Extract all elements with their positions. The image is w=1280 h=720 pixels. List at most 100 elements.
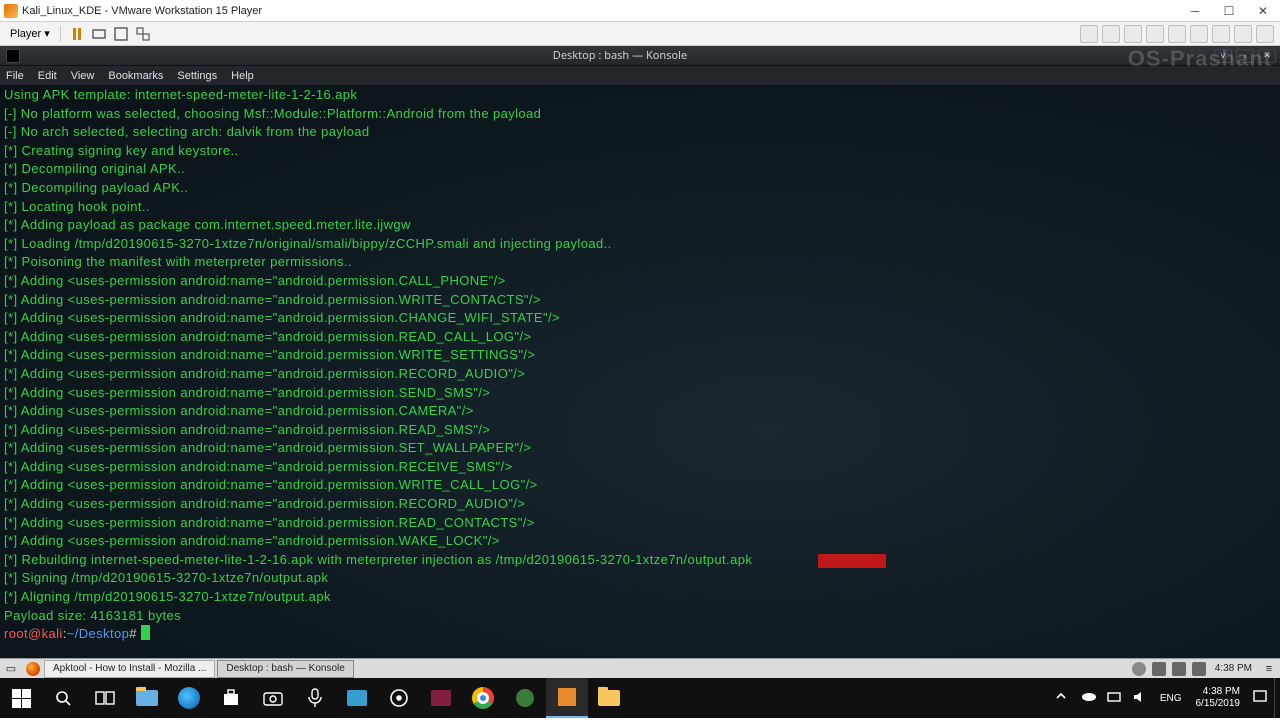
tray-network-icon[interactable] bbox=[1107, 690, 1123, 706]
terminal-line: [*] Adding <uses-permission android:name… bbox=[4, 309, 1276, 328]
camera-icon[interactable] bbox=[252, 678, 294, 718]
terminal-line: [*] Creating signing key and keystore.. bbox=[4, 142, 1276, 161]
fullscreen-button[interactable] bbox=[111, 24, 131, 44]
terminal-line: [*] Adding <uses-permission android:name… bbox=[4, 532, 1276, 551]
task-label: Desktop : bash — Konsole bbox=[226, 663, 344, 674]
vmware-title: Kali_Linux_KDE - VMware Workstation 15 P… bbox=[22, 5, 1178, 17]
mic-icon[interactable] bbox=[294, 678, 336, 718]
terminal-line: [*] Adding <uses-permission android:name… bbox=[4, 421, 1276, 440]
terminal-line: [*] Decompiling payload APK.. bbox=[4, 179, 1276, 198]
store-icon[interactable] bbox=[210, 678, 252, 718]
menu-view[interactable]: View bbox=[71, 70, 95, 82]
tray-volume-icon[interactable] bbox=[1172, 662, 1186, 676]
device-icon[interactable] bbox=[1256, 25, 1274, 43]
tray-chevron-icon[interactable] bbox=[1055, 690, 1071, 706]
guest-vm-area: Desktop : bash — Konsole ˅ ▫ ✕ File Edit… bbox=[0, 46, 1280, 658]
terminal-line: [*] Adding payload as package com.intern… bbox=[4, 216, 1276, 235]
konsole-title: Desktop : bash — Konsole bbox=[26, 48, 1214, 63]
movies-icon[interactable] bbox=[420, 678, 462, 718]
terminal-line: [*] Locating hook point.. bbox=[4, 198, 1276, 217]
player-menu[interactable]: Player ▾ bbox=[6, 25, 54, 42]
tray-clipboard-icon[interactable] bbox=[1152, 662, 1166, 676]
firefox-icon[interactable] bbox=[24, 660, 42, 678]
tray-network-icon[interactable] bbox=[1192, 662, 1206, 676]
close-button[interactable]: ✕ bbox=[1246, 0, 1280, 22]
terminal-line: [*] Aligning /tmp/d20190615-3270-1xtze7n… bbox=[4, 588, 1276, 607]
device-icon[interactable] bbox=[1124, 25, 1142, 43]
terminal-line: [*] Adding <uses-permission android:name… bbox=[4, 514, 1276, 533]
vmware-icon bbox=[4, 4, 18, 18]
vmware-toolbar: Player ▾ bbox=[0, 22, 1280, 46]
edge-icon[interactable] bbox=[168, 678, 210, 718]
menu-help[interactable]: Help bbox=[231, 70, 254, 82]
file-explorer-icon[interactable] bbox=[126, 678, 168, 718]
player-menu-label: Player bbox=[10, 28, 41, 40]
search-button[interactable] bbox=[42, 678, 84, 718]
chevron-down-icon: ▾ bbox=[44, 27, 50, 40]
terminal-line: Payload size: 4163181 bytes bbox=[4, 607, 1276, 626]
terminal-line: Using APK template: internet-speed-meter… bbox=[4, 86, 1276, 105]
menu-bookmarks[interactable]: Bookmarks bbox=[108, 70, 163, 82]
terminal-line: [*] Adding <uses-permission android:name… bbox=[4, 365, 1276, 384]
terminal-line: [*] Adding <uses-permission android:name… bbox=[4, 402, 1276, 421]
kali-clock[interactable]: 4:38 PM bbox=[1215, 663, 1252, 674]
chrome-icon[interactable] bbox=[462, 678, 504, 718]
panel-config-icon[interactable]: ≡ bbox=[1260, 660, 1278, 678]
device-icon[interactable] bbox=[1212, 25, 1230, 43]
terminal-line: [-] No arch selected, selecting arch: da… bbox=[4, 123, 1276, 142]
tray-language[interactable]: ENG bbox=[1160, 693, 1182, 704]
device-icon[interactable] bbox=[1146, 25, 1164, 43]
show-desktop-button[interactable] bbox=[1274, 678, 1280, 718]
start-button[interactable] bbox=[0, 678, 42, 718]
unity-button[interactable] bbox=[133, 24, 153, 44]
windows-clock[interactable]: 4:38 PM 6/15/2019 bbox=[1196, 686, 1241, 710]
konsole-maximize-button[interactable]: ▫ bbox=[1236, 49, 1254, 63]
clock-time: 4:38 PM bbox=[1196, 686, 1241, 698]
konsole-minimize-button[interactable]: ˅ bbox=[1214, 49, 1232, 63]
task-button-konsole[interactable]: Desktop : bash — Konsole bbox=[217, 660, 353, 678]
task-button-firefox[interactable]: Apktool - How to Install - Mozilla ... bbox=[44, 660, 215, 678]
terminal-line: [*] Adding <uses-permission android:name… bbox=[4, 476, 1276, 495]
maximize-button[interactable]: ☐ bbox=[1212, 0, 1246, 22]
minimize-button[interactable]: ─ bbox=[1178, 0, 1212, 22]
terminal-line: [*] Adding <uses-permission android:name… bbox=[4, 384, 1276, 403]
menu-edit[interactable]: Edit bbox=[38, 70, 57, 82]
terminal-prompt[interactable]: root@kali:~/Desktop# bbox=[4, 625, 1276, 644]
device-icon[interactable] bbox=[1102, 25, 1120, 43]
menu-settings[interactable]: Settings bbox=[177, 70, 217, 82]
vmware-player-icon[interactable] bbox=[546, 678, 588, 718]
terminal-line: [*] Decompiling original APK.. bbox=[4, 160, 1276, 179]
terminal-output[interactable]: Using APK template: internet-speed-meter… bbox=[0, 86, 1280, 658]
menu-file[interactable]: File bbox=[6, 70, 24, 82]
app-icon[interactable] bbox=[504, 678, 546, 718]
terminal-line: [*] Adding <uses-permission android:name… bbox=[4, 439, 1276, 458]
device-icon[interactable] bbox=[1168, 25, 1186, 43]
cursor-icon bbox=[141, 625, 150, 640]
kali-panel: ▭ Apktool - How to Install - Mozilla ...… bbox=[0, 658, 1280, 678]
prompt-user: root@kali bbox=[4, 626, 63, 641]
task-label: Apktool - How to Install - Mozilla ... bbox=[53, 663, 206, 674]
show-desktop-icon[interactable]: ▭ bbox=[2, 660, 20, 678]
file-explorer-icon[interactable] bbox=[588, 678, 630, 718]
pause-vm-button[interactable] bbox=[67, 24, 87, 44]
vmware-titlebar: Kali_Linux_KDE - VMware Workstation 15 P… bbox=[0, 0, 1280, 22]
device-icon[interactable] bbox=[1190, 25, 1208, 43]
send-ctrl-alt-del-button[interactable] bbox=[89, 24, 109, 44]
konsole-close-button[interactable]: ✕ bbox=[1258, 49, 1276, 63]
prompt-path: ~/Desktop bbox=[67, 626, 130, 641]
konsole-menubar: File Edit View Bookmarks Settings Help bbox=[0, 66, 1280, 86]
terminal-line: [-] No platform was selected, choosing M… bbox=[4, 105, 1276, 124]
tray-onedrive-icon[interactable] bbox=[1081, 690, 1097, 706]
konsole-titlebar: Desktop : bash — Konsole ˅ ▫ ✕ bbox=[0, 46, 1280, 66]
tray-updates-icon[interactable] bbox=[1132, 662, 1146, 676]
terminal-line: [*] Adding <uses-permission android:name… bbox=[4, 291, 1276, 310]
tray-volume-icon[interactable] bbox=[1133, 690, 1149, 706]
device-icon[interactable] bbox=[1080, 25, 1098, 43]
clock-date: 6/15/2019 bbox=[1196, 698, 1241, 710]
photos-icon[interactable] bbox=[336, 678, 378, 718]
task-view-button[interactable] bbox=[84, 678, 126, 718]
groove-icon[interactable] bbox=[378, 678, 420, 718]
tray-notifications-icon[interactable] bbox=[1253, 690, 1269, 706]
device-icon[interactable] bbox=[1234, 25, 1252, 43]
terminal-line: [*] Adding <uses-permission android:name… bbox=[4, 458, 1276, 477]
